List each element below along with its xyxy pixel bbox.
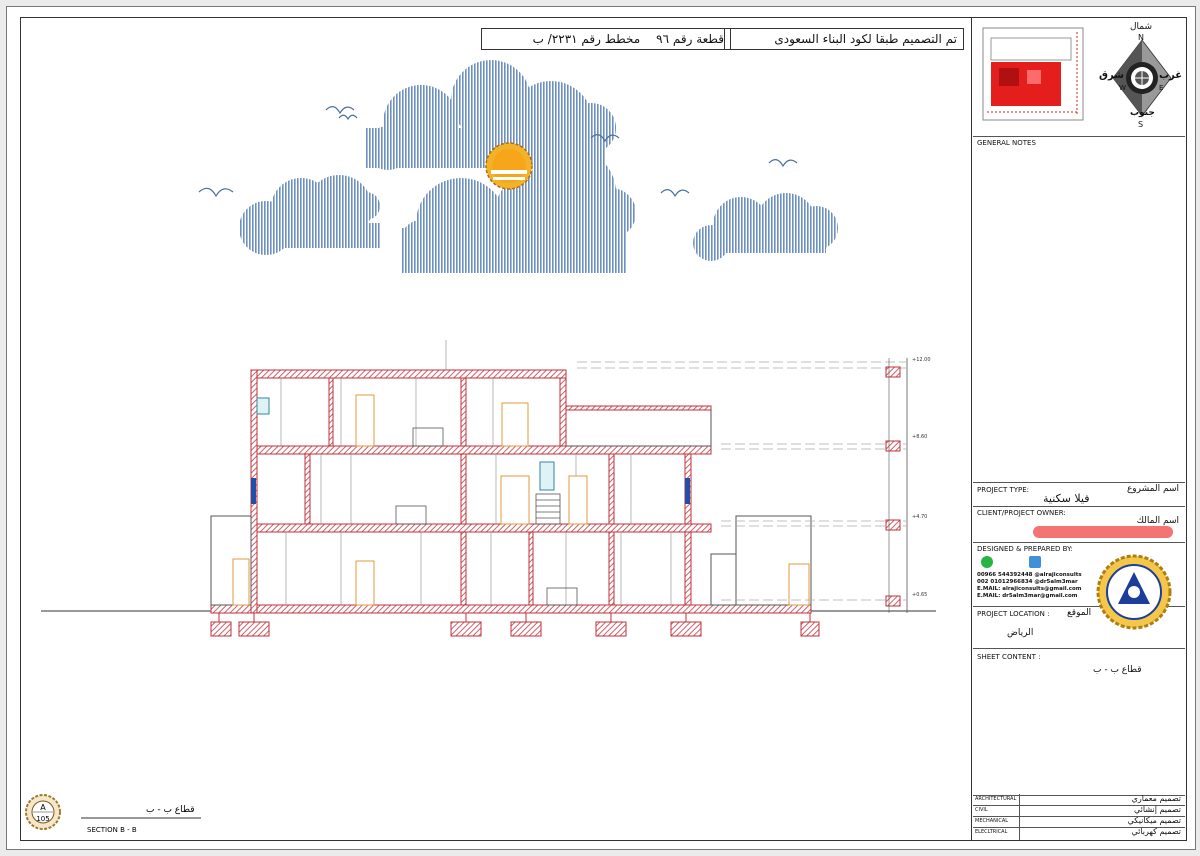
level-markers — [577, 358, 908, 613]
discipline-table: ARCHITECTURAL تصميم معماري CIVIL تصميم إ… — [973, 794, 1185, 840]
compass-w: W — [1119, 84, 1126, 92]
stair-elements — [395, 427, 578, 606]
whatsapp-icon — [981, 556, 993, 568]
compass-icon: شمال N شرق غرب W E جنوب S — [1099, 22, 1183, 132]
compass-east-ar: غرب — [1159, 70, 1183, 81]
general-notes-label: GENERAL NOTES — [977, 139, 1036, 147]
compass-e: E — [1159, 84, 1164, 92]
drawing-sheet: تم التصميم طبقا لكود البناء السعودى قطعة… — [6, 6, 1196, 850]
sheet-number: 105 — [36, 815, 49, 823]
discipline-en: MECHANICAL — [975, 818, 1009, 824]
project-type-value: فيلا سكنية — [1043, 492, 1090, 505]
owner-cell: CLIENT/PROJECT OWNER: اسم المالك — [973, 506, 1185, 543]
level-label-3: +4.70 — [912, 514, 927, 520]
sheet-number-stamp — [25, 794, 61, 830]
key-plan-thumbnail — [982, 27, 1084, 121]
window-blue-marks — [251, 478, 690, 504]
location-label: PROJECT LOCATION : — [977, 610, 1050, 618]
project-type-cell: PROJECT TYPE: اسم المشروع فيلا سكنية — [973, 482, 1185, 507]
level-label-4: +0.65 — [912, 592, 927, 598]
contact-line: 00966 544392448 @alrajiconsults — [977, 572, 1082, 578]
compass-west-ar: شرق — [1099, 70, 1124, 81]
owner-name-redaction — [1033, 526, 1173, 538]
drawing-area: تم التصميم طبقا لكود البناء السعودى قطعة… — [21, 18, 972, 840]
project-type-label: PROJECT TYPE: — [977, 486, 1030, 494]
discipline-ar: تصميم كهربائي — [1131, 827, 1181, 836]
discipline-en: ELECLTRICAL — [975, 829, 1008, 835]
discipline-row: ELECLTRICAL تصميم كهربائي — [973, 827, 1185, 839]
compass-n: N — [1138, 33, 1144, 42]
sheet-content-label: SHEET CONTENT : — [977, 653, 1041, 661]
discipline-ar: تصميم إنشائي — [1134, 805, 1181, 814]
door-elements — [232, 394, 810, 606]
discipline-en: CIVIL — [975, 807, 988, 813]
designer-label: DESIGNED & PREPARED BY: — [977, 545, 1073, 553]
level-label-1: +12.00 — [912, 357, 931, 363]
title-block-panel: شمال N شرق غرب W E جنوب S GENERAL NOTES … — [973, 18, 1185, 840]
compass-north-ar: شمال — [1130, 22, 1153, 32]
discipline-ar: تصميم ميكانيكي — [1127, 816, 1181, 825]
company-logo — [1096, 554, 1172, 630]
contact-line: E.MAIL: alrajiconsults@gmail.com — [977, 586, 1082, 592]
contact-info: 00966 544392448 @alrajiconsults 002 0101… — [977, 572, 1082, 600]
contact-line: E.MAIL: dr5alm3mar@gmail.com — [977, 593, 1078, 599]
owner-label: CLIENT/PROJECT OWNER: — [977, 509, 1066, 517]
owner-label-ar: اسم المالك — [1136, 516, 1179, 526]
key-plan-cell: شمال N شرق غرب W E جنوب S — [973, 18, 1185, 137]
designer-cell: DESIGNED & PREPARED BY: 00966 544392448 … — [973, 542, 1185, 630]
cloud-illustration — [239, 60, 838, 273]
sheet-border: تم التصميم طبقا لكود البناء السعودى قطعة… — [20, 17, 1187, 841]
project-type-label-ar: اسم المشروع — [1126, 484, 1179, 494]
general-notes-cell: GENERAL NOTES — [973, 136, 1185, 483]
location-label-ar: الموقع — [1067, 608, 1092, 618]
contact-line: 002 01012966834 @dr5alm3mar — [977, 579, 1078, 585]
section-caption-en: SECTION B - B — [87, 826, 137, 834]
location-value: الرياض — [1007, 628, 1034, 638]
section-caption-ar: قطاع ب - ب — [146, 805, 195, 815]
compass-s: S — [1138, 120, 1144, 129]
sheet-content-value: قطاع ب - ب — [1093, 665, 1142, 675]
level-label-2: +8.60 — [912, 434, 927, 440]
section-drawing: +12.00 +8.60 +4.70 +0.65 A 105 قطاع ب - … — [25, 60, 936, 834]
facebook-icon — [1029, 556, 1041, 568]
discipline-en: ARCHITECTURAL — [975, 796, 1017, 802]
discipline-ar: تصميم معماري — [1131, 794, 1181, 803]
compass-south-ar: جنوب — [1130, 108, 1155, 118]
sheet-content-cell: SHEET CONTENT : قطاع ب - ب — [973, 648, 1185, 796]
sun-icon — [485, 142, 533, 190]
sheet-prefix: A — [40, 803, 46, 812]
